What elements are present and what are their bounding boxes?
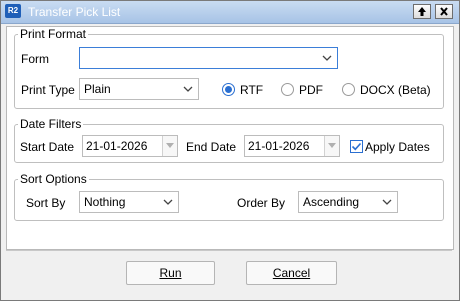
end-date-picker[interactable]: 21-01-2026: [244, 135, 340, 157]
close-icon[interactable]: [435, 4, 453, 19]
calendar-dropdown-icon[interactable]: [324, 136, 339, 156]
date-filters-legend: Date Filters: [20, 117, 82, 131]
start-date-value: 21-01-2026: [86, 139, 148, 153]
checkmark-icon: [351, 142, 362, 151]
calendar-dropdown-icon[interactable]: [162, 136, 177, 156]
chevron-down-icon: [183, 86, 193, 92]
title-bar[interactable]: R2 Transfer Pick List: [1, 1, 459, 24]
dialog-window: R2 Transfer Pick List Print Format Form …: [0, 0, 460, 301]
start-date-label: Start Date: [20, 140, 75, 154]
apply-dates-label: Apply Dates: [365, 140, 430, 154]
cancel-button-label: Cancel: [272, 266, 311, 280]
docx-radio[interactable]: [342, 83, 355, 96]
pdf-radio[interactable]: [281, 83, 294, 96]
sort-by-label: Sort By: [26, 196, 66, 210]
docx-label: DOCX (Beta): [360, 83, 431, 97]
chevron-down-icon: [322, 55, 332, 61]
sort-options-legend: Sort Options: [20, 172, 87, 186]
chevron-down-icon: [382, 199, 392, 205]
arrow-up-icon[interactable]: [413, 4, 431, 19]
rtf-radio[interactable]: [222, 83, 235, 96]
dialog-body: Print Format Form Print Type Plain RTF P…: [6, 26, 454, 250]
print-type-label: Print Type: [21, 83, 75, 97]
order-by-value: Ascending: [303, 195, 360, 209]
window-title: Transfer Pick List: [28, 5, 121, 19]
form-label: Form: [21, 52, 49, 66]
run-button-label: Run: [159, 266, 182, 280]
start-date-picker[interactable]: 21-01-2026: [82, 135, 178, 157]
order-by-select[interactable]: Ascending: [298, 191, 398, 213]
print-type-select[interactable]: Plain: [79, 78, 199, 100]
rtf-label: RTF: [240, 83, 264, 97]
cancel-button[interactable]: Cancel: [246, 261, 337, 285]
end-date-label: End Date: [186, 140, 237, 154]
apply-dates-checkbox[interactable]: [350, 140, 363, 153]
form-select[interactable]: [79, 47, 338, 69]
run-button[interactable]: Run: [126, 261, 215, 285]
pdf-label: PDF: [299, 83, 323, 97]
sort-by-value: Nothing: [84, 195, 126, 209]
chevron-down-icon: [163, 199, 173, 205]
sort-by-select[interactable]: Nothing: [79, 191, 179, 213]
footer-divider: [6, 250, 452, 251]
order-by-label: Order By: [237, 196, 286, 210]
app-icon: R2: [5, 4, 21, 18]
print-format-legend: Print Format: [20, 27, 87, 41]
end-date-value: 21-01-2026: [248, 139, 310, 153]
print-type-value: Plain: [84, 82, 111, 96]
